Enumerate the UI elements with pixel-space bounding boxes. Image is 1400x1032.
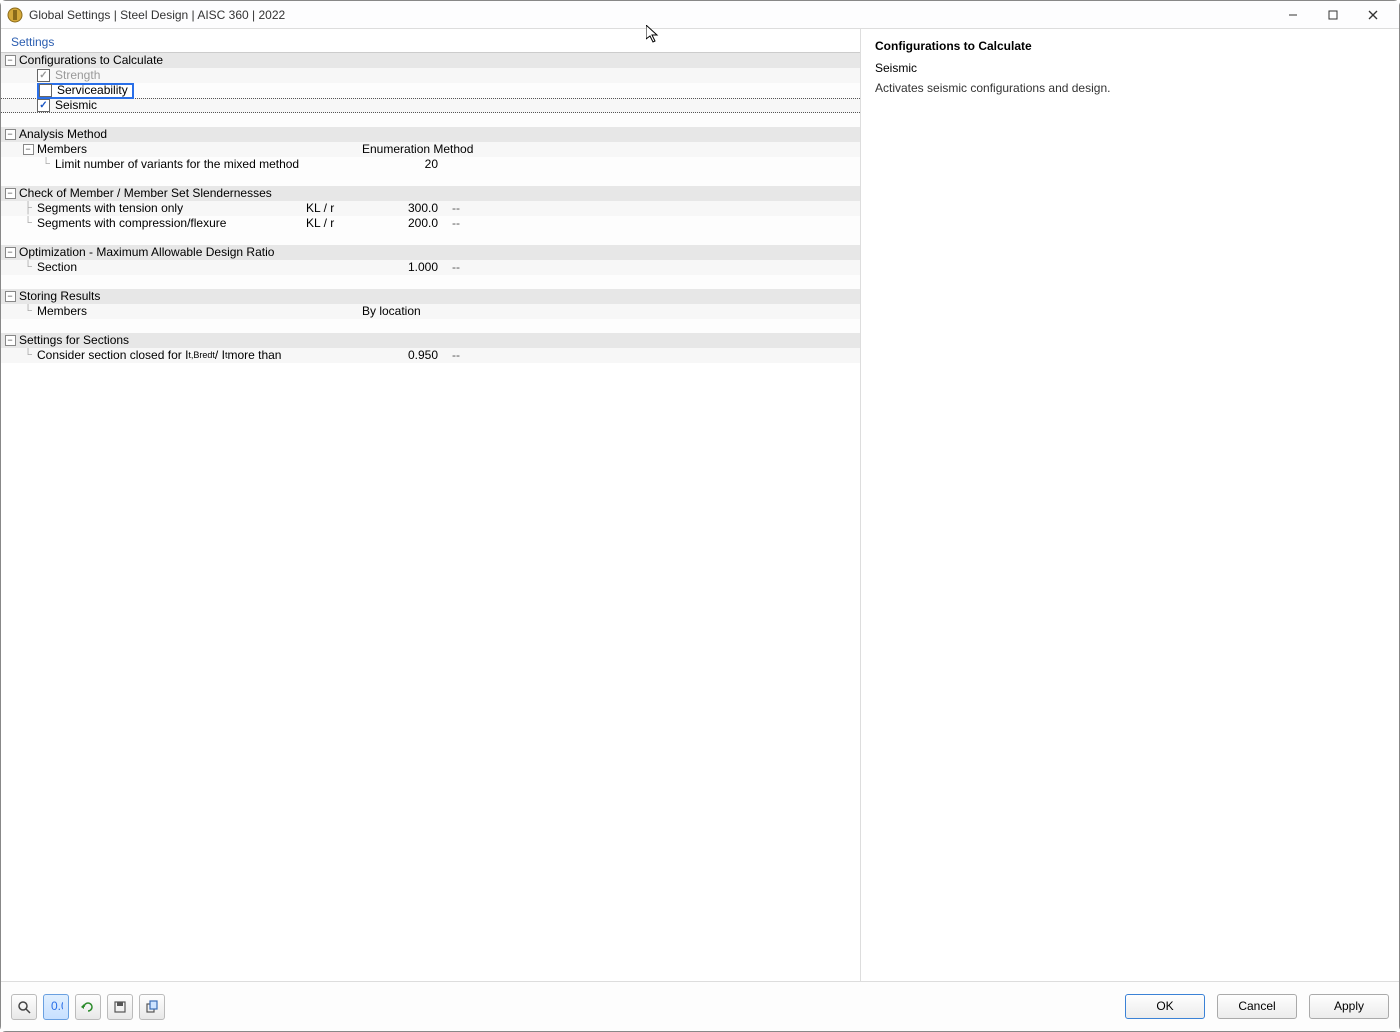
bottom-toolbar: 0.00 OK Cancel Apply: [1, 981, 1399, 1031]
label-compression: Segments with compression/flexure: [37, 216, 302, 231]
app-icon: [7, 7, 23, 23]
row-serviceability[interactable]: Serviceability: [1, 83, 860, 98]
row-seismic[interactable]: Seismic: [1, 98, 860, 113]
cancel-button[interactable]: Cancel: [1217, 994, 1297, 1019]
label-members: Members: [37, 142, 302, 157]
collapse-icon[interactable]: −: [5, 291, 16, 302]
desc-title: Configurations to Calculate: [875, 39, 1385, 53]
desc-text: Activates seismic configurations and des…: [875, 81, 1385, 95]
collapse-icon[interactable]: −: [5, 188, 16, 199]
checkbox-strength: [37, 69, 50, 82]
section-optimization[interactable]: − Optimization - Maximum Allowable Desig…: [1, 245, 860, 260]
section-slenderness[interactable]: − Check of Member / Member Set Slenderne…: [1, 186, 860, 201]
row-closed-section[interactable]: └ Consider section closed for It,Bredt /…: [1, 348, 860, 363]
row-compression[interactable]: └ Segments with compression/flexure KL /…: [1, 216, 860, 231]
description-panel: Configurations to Calculate Seismic Acti…: [861, 29, 1399, 981]
value-compression[interactable]: 200.0: [362, 216, 452, 231]
collapse-icon[interactable]: −: [5, 129, 16, 140]
highlight-serviceability: Serviceability: [37, 83, 134, 99]
row-storing-members[interactable]: └ Members By location: [1, 304, 860, 319]
section-storing[interactable]: − Storing Results: [1, 289, 860, 304]
row-tension[interactable]: ├ Segments with tension only KL / r 300.…: [1, 201, 860, 216]
minimize-button[interactable]: [1273, 1, 1313, 29]
value-section[interactable]: 1.000: [362, 260, 452, 275]
section-settings-sections[interactable]: − Settings for Sections: [1, 333, 860, 348]
tool-save-button[interactable]: [107, 994, 133, 1020]
label-storing-members: Members: [37, 304, 302, 319]
value-analysis-members[interactable]: Enumeration Method: [362, 142, 492, 157]
value-tension[interactable]: 300.0: [362, 201, 452, 216]
collapse-icon[interactable]: −: [5, 335, 16, 346]
apply-button[interactable]: Apply: [1309, 994, 1389, 1019]
symbol-compression: KL / r: [302, 216, 362, 231]
tool-refresh-button[interactable]: [75, 994, 101, 1020]
title-bar: Global Settings | Steel Design | AISC 36…: [1, 1, 1399, 29]
collapse-icon[interactable]: −: [23, 144, 34, 155]
collapse-icon[interactable]: −: [5, 247, 16, 258]
tool-copy-button[interactable]: [139, 994, 165, 1020]
tool-search-button[interactable]: [11, 994, 37, 1020]
value-closed[interactable]: 0.950: [362, 348, 452, 363]
desc-subtitle: Seismic: [875, 61, 1385, 75]
row-strength[interactable]: Strength: [1, 68, 860, 83]
section-configurations[interactable]: − Configurations to Calculate: [1, 53, 860, 68]
settings-panel-title: Settings: [1, 29, 860, 53]
label-serviceability: Serviceability: [57, 83, 128, 98]
unit-compression: --: [452, 216, 492, 231]
label-closed: Consider section closed for It,Bredt / I…: [37, 348, 302, 363]
row-analysis-members[interactable]: − Members Enumeration Method: [1, 142, 860, 157]
label-section: Section: [37, 260, 302, 275]
settings-tree-panel: Settings − Configurations to Calculate S…: [1, 29, 861, 981]
label-seismic: Seismic: [55, 98, 97, 113]
value-limit[interactable]: 20: [362, 157, 452, 172]
maximize-button[interactable]: [1313, 1, 1353, 29]
section-analysis[interactable]: − Analysis Method: [1, 127, 860, 142]
value-storing-members[interactable]: By location: [362, 304, 492, 319]
tool-units-button[interactable]: 0.00: [43, 994, 69, 1020]
svg-text:0.00: 0.00: [51, 1000, 63, 1013]
label-strength: Strength: [55, 68, 100, 83]
close-button[interactable]: [1353, 1, 1393, 29]
row-limit-variants[interactable]: └ Limit number of variants for the mixed…: [1, 157, 860, 172]
unit-section: --: [452, 260, 492, 275]
label-limit: Limit number of variants for the mixed m…: [55, 157, 302, 172]
window-title: Global Settings | Steel Design | AISC 36…: [29, 8, 285, 22]
ok-button[interactable]: OK: [1125, 994, 1205, 1019]
checkbox-serviceability[interactable]: [39, 84, 52, 97]
row-section-ratio[interactable]: └ Section 1.000 --: [1, 260, 860, 275]
symbol-tension: KL / r: [302, 201, 362, 216]
collapse-icon[interactable]: −: [5, 55, 16, 66]
checkbox-seismic[interactable]: [37, 99, 50, 112]
unit-closed: --: [452, 348, 492, 363]
unit-tension: --: [452, 201, 492, 216]
label-tension: Segments with tension only: [37, 201, 302, 216]
